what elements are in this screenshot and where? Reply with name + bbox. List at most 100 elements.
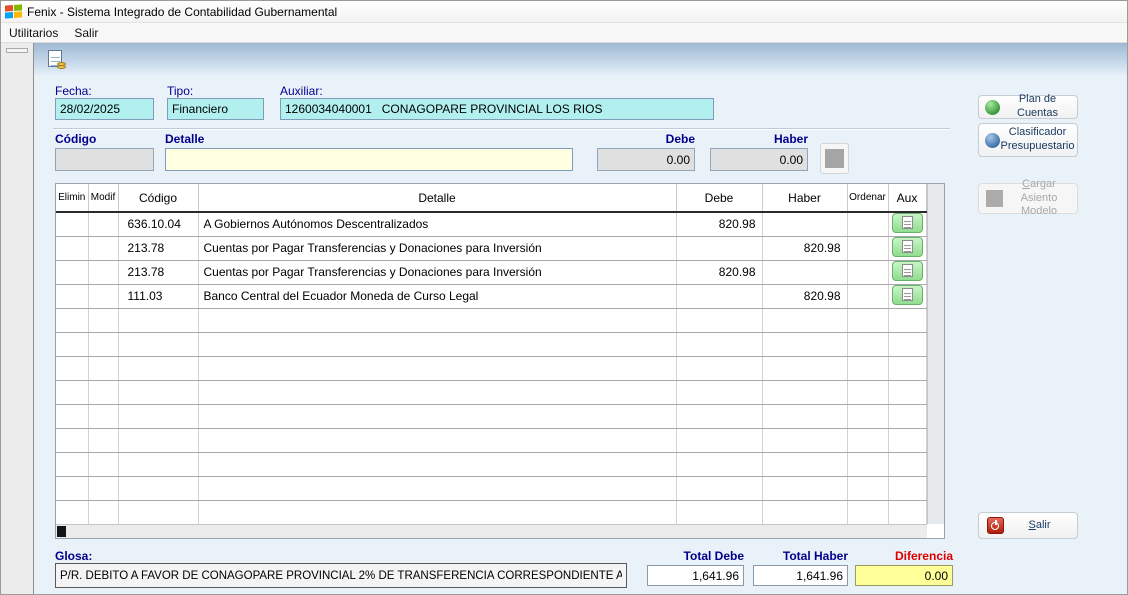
- modif-cell: [88, 428, 118, 452]
- blue-sphere-icon: [985, 133, 1000, 148]
- horizontal-scrollbar[interactable]: [56, 524, 927, 538]
- ledger-grid: Elimin Modif Código Detalle Debe Haber O…: [55, 183, 945, 539]
- debe-cell: [676, 356, 762, 380]
- panel-splitter-handle[interactable]: [6, 48, 28, 53]
- aux-button[interactable]: [892, 261, 923, 281]
- codigo-input[interactable]: [55, 148, 154, 171]
- auxiliar-input[interactable]: [280, 98, 714, 120]
- modif-cell: [88, 500, 118, 524]
- elimin-cell[interactable]: [56, 236, 88, 260]
- elimin-cell: [56, 308, 88, 332]
- debe-cell: 820.98: [676, 260, 762, 284]
- ordenar-cell: [847, 500, 888, 524]
- codigo-cell: 213.78: [118, 260, 198, 284]
- menu-salir[interactable]: Salir: [66, 24, 106, 42]
- table-row: 213.78Cuentas por Pagar Transferencias y…: [56, 260, 926, 284]
- codigo-cell: [118, 404, 198, 428]
- table-row-empty: [56, 332, 926, 356]
- total-debe-label: Total Debe: [647, 549, 744, 563]
- salir-label: Salir: [1004, 517, 1077, 535]
- haber-cell: [762, 500, 847, 524]
- table-row-empty: [56, 380, 926, 404]
- ordenar-cell: [847, 284, 888, 308]
- table-row-empty: [56, 404, 926, 428]
- haber-input[interactable]: [710, 148, 808, 171]
- detalle-cell: [198, 308, 676, 332]
- elimin-cell[interactable]: [56, 212, 88, 236]
- detalle-cell: Banco Central del Ecuador Moneda de Curs…: [198, 284, 676, 308]
- elimin-cell[interactable]: [56, 284, 88, 308]
- tipo-label: Tipo:: [167, 84, 193, 98]
- table-header-row: Elimin Modif Código Detalle Debe Haber O…: [56, 184, 926, 212]
- ordenar-cell: [847, 380, 888, 404]
- cargar-asiento-label: Cargar Asiento Modelo: [1003, 176, 1077, 221]
- detalle-cell: [198, 380, 676, 404]
- cargar-asiento-modelo-button[interactable]: Cargar Asiento Modelo: [978, 183, 1078, 214]
- haber-cell: [762, 452, 847, 476]
- elimin-cell: [56, 500, 88, 524]
- debe-cell: [676, 380, 762, 404]
- plan-de-cuentas-button[interactable]: Plan de Cuentas: [978, 95, 1078, 119]
- modif-cell[interactable]: [88, 212, 118, 236]
- detalle-cell: [198, 500, 676, 524]
- haber-label: Haber: [710, 132, 808, 146]
- horizontal-scrollbar-thumb[interactable]: [57, 526, 66, 537]
- elimin-cell: [56, 356, 88, 380]
- note-icon: [902, 240, 913, 253]
- col-header-haber: Haber: [762, 184, 847, 212]
- total-haber-value: [753, 565, 848, 586]
- fecha-label: Fecha:: [55, 84, 92, 98]
- modif-cell[interactable]: [88, 284, 118, 308]
- table-row-empty: [56, 308, 926, 332]
- ordenar-cell: [847, 212, 888, 236]
- new-entry-button[interactable]: [44, 47, 68, 71]
- haber-cell: [762, 356, 847, 380]
- haber-cell: 820.98: [762, 284, 847, 308]
- debe-cell: [676, 452, 762, 476]
- ordenar-cell: [847, 332, 888, 356]
- fecha-input[interactable]: [55, 98, 154, 120]
- ordenar-cell: [847, 428, 888, 452]
- main-area: Fecha: Tipo: Auxiliar: Código Detalle De…: [34, 43, 1127, 594]
- detalle-cell: [198, 452, 676, 476]
- table-row: 111.03Banco Central del Ecuador Moneda d…: [56, 284, 926, 308]
- auxiliar-label: Auxiliar:: [280, 84, 323, 98]
- elimin-cell[interactable]: [56, 260, 88, 284]
- codigo-cell: [118, 428, 198, 452]
- debe-cell: [676, 308, 762, 332]
- aux-button[interactable]: [892, 213, 923, 233]
- detalle-input[interactable]: [165, 148, 573, 171]
- detalle-cell: [198, 356, 676, 380]
- table-row-empty: [56, 428, 926, 452]
- debe-cell: [676, 404, 762, 428]
- menu-utilitarios[interactable]: Utilitarios: [1, 24, 66, 42]
- aux-button[interactable]: [892, 285, 923, 305]
- aux-cell: [888, 452, 926, 476]
- aux-button[interactable]: [892, 237, 923, 257]
- vertical-scrollbar[interactable]: [927, 184, 944, 524]
- plan-de-cuentas-label: Plan de Cuentas: [1000, 91, 1077, 123]
- table-row-empty: [56, 500, 926, 524]
- col-header-detalle: Detalle: [198, 184, 676, 212]
- glosa-input[interactable]: [55, 563, 627, 588]
- debe-input[interactable]: [597, 148, 695, 171]
- tipo-input[interactable]: [167, 98, 264, 120]
- debe-cell: [676, 500, 762, 524]
- haber-cell: [762, 332, 847, 356]
- diferencia-value: [855, 565, 953, 586]
- debe-cell: [676, 284, 762, 308]
- modif-cell[interactable]: [88, 236, 118, 260]
- modif-cell[interactable]: [88, 260, 118, 284]
- aux-cell: [888, 476, 926, 500]
- modif-cell: [88, 356, 118, 380]
- note-icon: [902, 264, 913, 277]
- clasificador-presupuestario-button[interactable]: Clasificador Presupuestario: [978, 123, 1078, 157]
- note-icon: [902, 288, 913, 301]
- haber-cell: [762, 476, 847, 500]
- ordenar-cell: [847, 476, 888, 500]
- elimin-cell: [56, 404, 88, 428]
- workspace: Fecha: Tipo: Auxiliar: Código Detalle De…: [1, 43, 1127, 594]
- entry-aux-button[interactable]: [820, 143, 849, 174]
- salir-button[interactable]: Salir: [978, 512, 1078, 539]
- codigo-cell: [118, 380, 198, 404]
